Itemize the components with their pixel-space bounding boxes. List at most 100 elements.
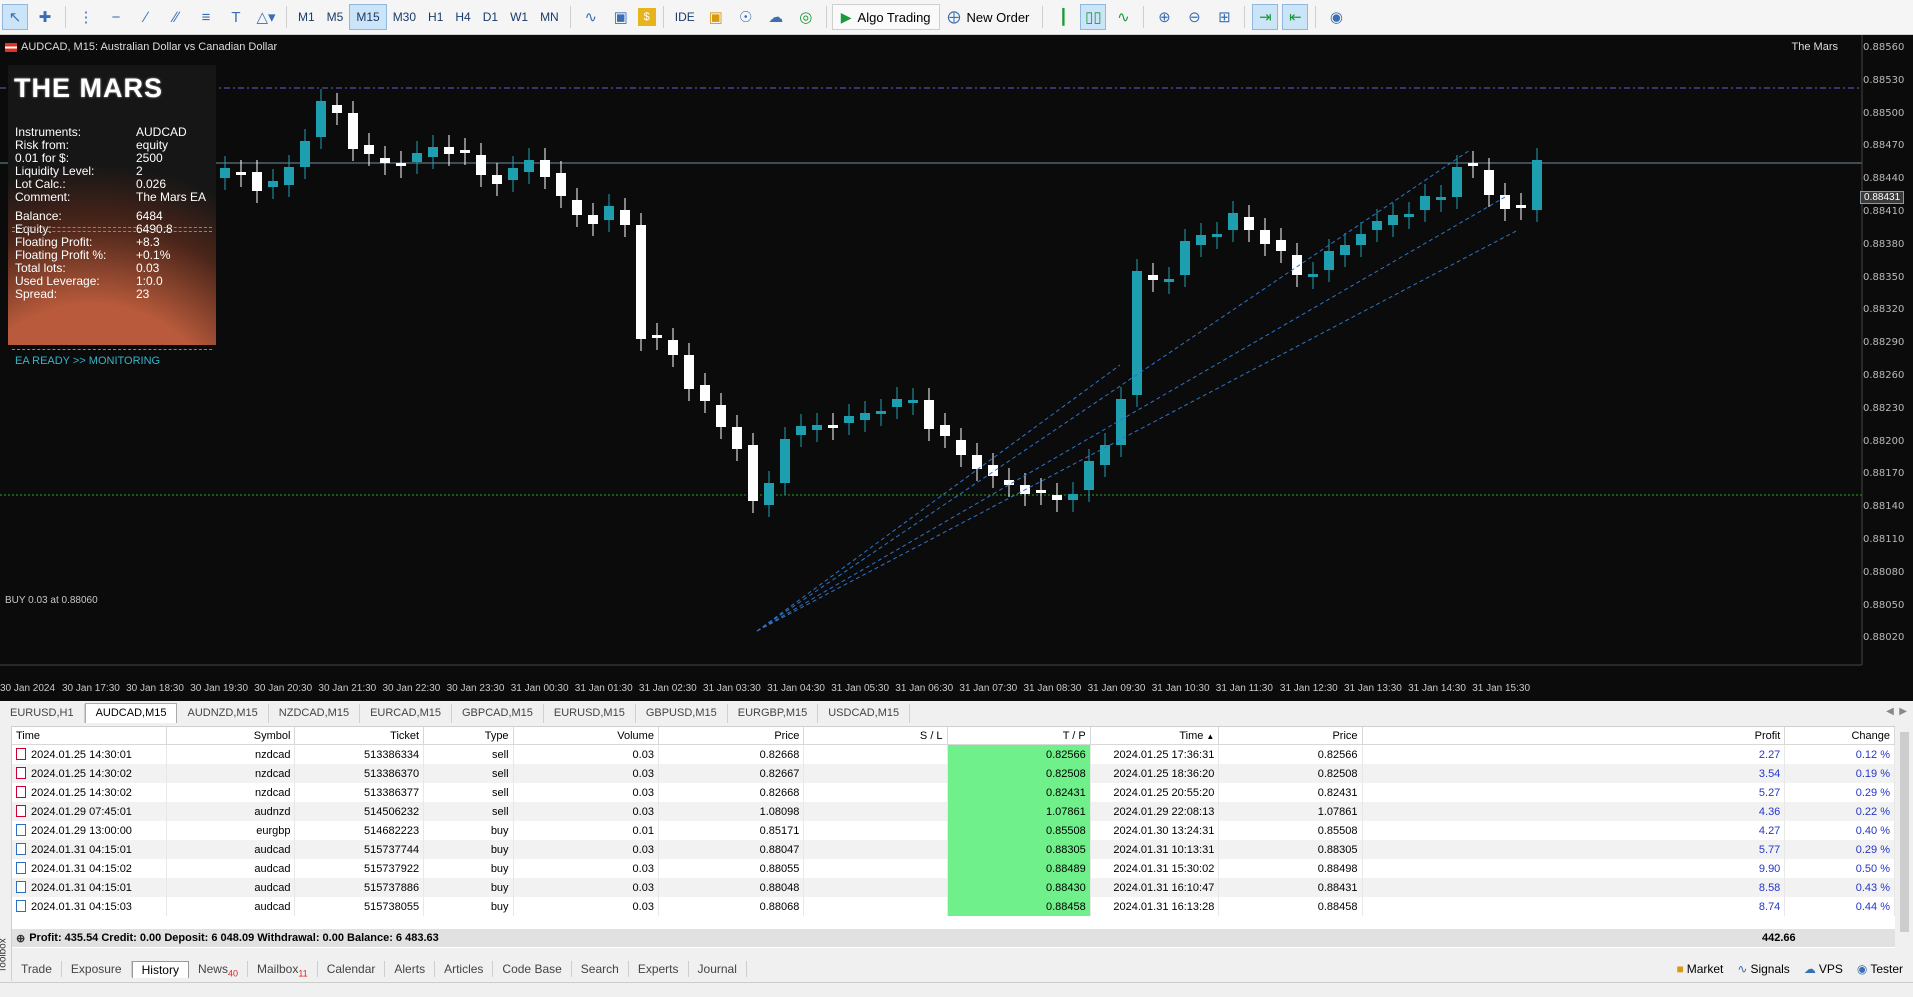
toolbox-tab-history[interactable]: History — [131, 960, 189, 978]
column-header-type[interactable]: Type — [423, 727, 514, 745]
channel-icon[interactable]: ∕∕ — [163, 4, 189, 30]
crosshair-icon[interactable]: ✚ — [32, 4, 58, 30]
column-header-tp[interactable]: T / P — [947, 727, 1091, 745]
vertical-line-icon[interactable]: ⋮ — [73, 4, 99, 30]
auto-scroll-icon[interactable]: ⇥ — [1252, 4, 1279, 30]
timeframe-h1[interactable]: H1 — [422, 4, 449, 30]
time-axis-label: 30 Jan 18:30 — [126, 683, 184, 694]
text-icon[interactable]: T — [223, 4, 249, 30]
column-header-change[interactable]: Change — [1784, 727, 1895, 745]
ea-row-value: +0.1% — [136, 248, 171, 262]
globe-icon[interactable]: ◎ — [793, 4, 819, 30]
tester-tab[interactable]: ◉ Tester — [1857, 962, 1903, 976]
candle-body — [860, 413, 870, 420]
tile-windows-icon[interactable]: ⊞ — [1211, 4, 1237, 30]
screenshot-icon[interactable]: ◉ — [1323, 4, 1349, 30]
vps-tab[interactable]: ☁ VPS — [1804, 962, 1843, 976]
toolbox-tab-articles[interactable]: Articles — [435, 960, 494, 977]
indicators-icon[interactable]: ∿ — [578, 4, 604, 30]
toolbox-tab-experts[interactable]: Experts — [629, 960, 689, 977]
chart-tab[interactable]: EURGBP,M15 — [728, 704, 819, 723]
toolbox-tab-trade[interactable]: Trade — [12, 960, 62, 977]
signals-tab[interactable]: ∿ Signals — [1737, 962, 1789, 976]
ide-button[interactable]: IDE — [669, 4, 701, 30]
column-header-close-time[interactable]: Time ▲ — [1090, 727, 1220, 745]
timeframe-m1[interactable]: M1 — [292, 4, 321, 30]
history-row[interactable]: 2024.01.31 04:15:03 audcad 515738055 buy 0.0… — [12, 897, 1895, 916]
history-row[interactable]: 2024.01.31 04:15:01 audcad 515737886 buy 0.0… — [12, 878, 1895, 897]
signal-icon[interactable]: ☉ — [733, 4, 759, 30]
toolbox-tab-calendar[interactable]: Calendar — [318, 960, 386, 977]
expand-icon[interactable]: ⊕ — [16, 932, 25, 945]
time-axis-label: 31 Jan 08:30 — [1023, 683, 1082, 694]
chart-tab[interactable]: NZDCAD,M15 — [269, 704, 361, 723]
fibonacci-icon[interactable]: ≡ — [193, 4, 219, 30]
market-tab[interactable]: ■ Market — [1676, 962, 1723, 976]
ea-row-value: 6490.8 — [136, 222, 173, 236]
toolbox-tab-journal[interactable]: Journal — [689, 960, 747, 977]
new-order-button[interactable]: ⨁ New Order — [940, 4, 1038, 30]
cursor-icon[interactable]: ↖ — [2, 4, 28, 30]
templates-icon[interactable]: ▣ — [608, 4, 634, 30]
column-header-time[interactable]: Time — [12, 727, 167, 745]
column-header-symbol[interactable]: Symbol — [166, 727, 296, 745]
column-header-volume[interactable]: Volume — [513, 727, 659, 745]
timeframe-h4[interactable]: H4 — [449, 4, 476, 30]
column-header-price[interactable]: Price — [658, 727, 805, 745]
timeframe-d1[interactable]: D1 — [477, 4, 504, 30]
chart-tab[interactable]: GBPCAD,M15 — [452, 704, 544, 723]
column-header-ticket[interactable]: Ticket — [294, 727, 425, 745]
chart-tab[interactable]: GBPUSD,M15 — [636, 704, 728, 723]
history-row[interactable]: 2024.01.25 14:30:02 nzdcad 513386377 sell 0.… — [12, 783, 1895, 802]
chart-tab[interactable]: EURUSD,M15 — [544, 704, 636, 723]
candle-body — [1084, 461, 1094, 490]
zoom-out-icon[interactable]: ⊖ — [1181, 4, 1207, 30]
candle-body — [1420, 196, 1430, 210]
history-row[interactable]: 2024.01.31 04:15:02 audcad 515737922 buy 0.0… — [12, 859, 1895, 878]
shapes-icon[interactable]: △▾ — [253, 4, 279, 30]
scrollbar-thumb[interactable] — [1900, 732, 1909, 932]
chart-tab[interactable]: USDCAD,M15 — [818, 704, 911, 723]
trendline-icon[interactable]: ∕ — [133, 4, 159, 30]
lock-icon[interactable]: ▣ — [703, 4, 729, 30]
chart-shift-icon[interactable]: ⇤ — [1282, 4, 1309, 30]
candle-body — [396, 163, 406, 166]
toolbox-tab-alerts[interactable]: Alerts — [385, 960, 436, 977]
history-row[interactable]: 2024.01.25 14:30:02 nzdcad 513386370 sell 0.… — [12, 764, 1895, 783]
dollar-icon[interactable]: $ — [637, 8, 656, 26]
toolbox-tab-mailbox[interactable]: Mailbox11 — [248, 960, 318, 978]
column-header-profit[interactable]: Profit — [1362, 727, 1786, 745]
table-scrollbar[interactable] — [1898, 726, 1911, 947]
timeframe-mn[interactable]: MN — [534, 4, 565, 30]
history-row[interactable]: 2024.01.29 07:45:01 audnzd 514506232 sell 0.… — [12, 802, 1895, 821]
algo-trading-button[interactable]: ▶ Algo Trading — [831, 4, 940, 30]
timeframe-w1[interactable]: W1 — [504, 4, 534, 30]
chart-tabs-nav[interactable]: ◀ ▶ — [1886, 706, 1907, 717]
timeframe-m30[interactable]: M30 — [387, 4, 422, 30]
timeframe-m15[interactable]: M15 — [349, 4, 387, 30]
column-header-close-price[interactable]: Price — [1218, 727, 1363, 745]
candle-body — [588, 215, 598, 224]
cloud-icon[interactable]: ☁ — [763, 4, 789, 30]
history-row[interactable]: 2024.01.31 04:15:01 audcad 515737744 buy 0.0… — [12, 840, 1895, 859]
history-table: Time Symbol Ticket Type Volume Price S /… — [12, 726, 1895, 948]
column-header-sl[interactable]: S / L — [803, 727, 948, 745]
toolbox-tab-search[interactable]: Search — [572, 960, 629, 977]
line-chart-icon[interactable]: ∿ — [1110, 4, 1136, 30]
toolbox-tab-news[interactable]: News40 — [189, 960, 248, 978]
toolbox-tab-code-base[interactable]: Code Base — [493, 960, 572, 977]
zoom-in-icon[interactable]: ⊕ — [1151, 4, 1177, 30]
chart-tab-active[interactable]: AUDCAD,M15 — [84, 703, 178, 723]
toolbox-tab-exposure[interactable]: Exposure — [62, 960, 132, 977]
chart-tab[interactable]: AUDNZD,M15 — [177, 704, 269, 723]
time-axis-label: 31 Jan 14:30 — [1408, 683, 1466, 694]
chart-tab[interactable]: EURUSD,H1 — [0, 704, 85, 723]
horizontal-line-icon[interactable]: − — [103, 4, 129, 30]
bar-chart-icon[interactable]: ┃ — [1050, 4, 1076, 30]
history-row[interactable]: 2024.01.25 14:30:01 nzdcad 513386334 sell 0.… — [12, 744, 1895, 764]
timeframe-m5[interactable]: M5 — [321, 4, 350, 30]
price-chart[interactable]: AUDCAD, M15: Australian Dollar vs Canadi… — [0, 35, 1913, 701]
history-row[interactable]: 2024.01.29 13:00:00 eurgbp 514682223 buy 0.0… — [12, 821, 1895, 840]
chart-tab[interactable]: EURCAD,M15 — [360, 704, 452, 723]
candlestick-icon[interactable]: ▯▯ — [1080, 4, 1107, 30]
